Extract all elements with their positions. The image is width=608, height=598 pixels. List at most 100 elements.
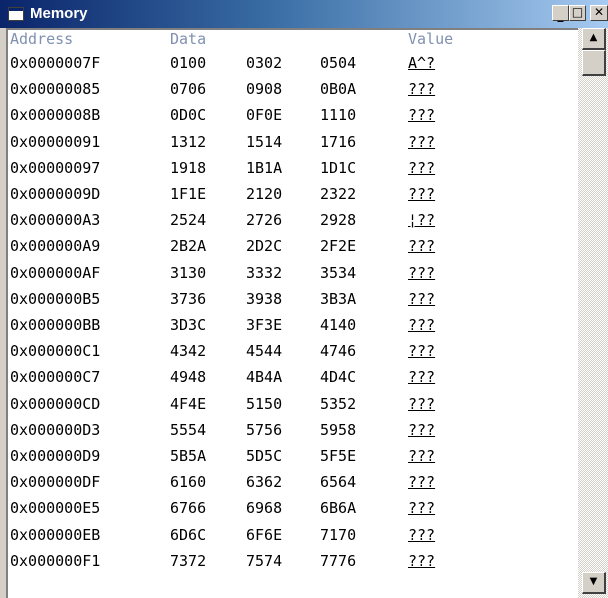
row-value: ???	[408, 289, 436, 308]
row-data-word-1: 4342	[170, 342, 207, 361]
maximize-button[interactable]: □	[569, 5, 586, 21]
row-data-word-2: 0302	[246, 54, 283, 72]
row-data-word-2: 2726	[246, 211, 283, 230]
row-value: ???	[408, 132, 436, 151]
row-address: 0x000000DF	[10, 473, 101, 492]
row-data-word-3: 7776	[320, 551, 357, 570]
row-data-word-2: 3332	[246, 263, 283, 282]
row-value: ???	[408, 185, 436, 203]
row-value: ???	[408, 106, 436, 125]
minimize-button[interactable]: _	[552, 5, 569, 22]
row-data-word-1: 1F1E	[170, 185, 207, 203]
row-value: ???	[408, 551, 436, 570]
row-data-word-2: 5756	[246, 420, 283, 439]
row-data-word-1: 6D6C	[170, 525, 207, 544]
row-data-word-3: 5F5E	[320, 447, 357, 465]
row-data-word-1: 2B2A	[170, 237, 207, 256]
row-data-word-1: 1312	[170, 132, 207, 151]
row-data-word-3: 1D1C	[320, 158, 357, 177]
row-data-word-2: 6362	[246, 473, 283, 492]
scroll-up-button[interactable]: ▲	[582, 28, 606, 50]
row-data-word-2: 2120	[246, 185, 283, 203]
row-data-word-1: 7372	[170, 551, 207, 570]
header-data: Data	[170, 30, 207, 48]
maximize-icon: □	[571, 5, 584, 19]
row-address: 0x000000A3	[10, 211, 101, 230]
row-address: 0x000000C7	[10, 368, 101, 387]
row-value: ???	[408, 342, 436, 361]
row-data-word-1: 0706	[170, 80, 207, 99]
row-value: ???	[408, 473, 436, 492]
row-value: ???	[408, 158, 436, 177]
row-data-word-2: 6968	[246, 499, 283, 518]
row-address: 0x000000CD	[10, 394, 101, 413]
row-data-word-1: 2524	[170, 211, 207, 230]
row-address: 0x000000D3	[10, 420, 101, 439]
row-value: ???	[408, 316, 436, 334]
row-data-word-2: 1514	[246, 132, 283, 151]
row-address: 0x000000D9	[10, 447, 101, 465]
row-data-word-3: 4140	[320, 316, 357, 334]
row-data-word-3: 2928	[320, 211, 357, 230]
title-bar[interactable]: Memory _ □ ✕	[0, 0, 608, 28]
minimize-icon: _	[557, 8, 564, 22]
row-value: ???	[408, 447, 436, 465]
scroll-down-button[interactable]: ▼	[582, 572, 606, 594]
row-data-word-1: 3736	[170, 289, 207, 308]
arrow-up-icon: ▲	[589, 32, 598, 43]
row-address: 0x0000007F	[10, 54, 101, 72]
row-address: 0x00000085	[10, 80, 101, 99]
row-data-word-2: 3938	[246, 289, 283, 308]
row-address: 0x0000008B	[10, 106, 101, 125]
row-address: 0x0000009D	[10, 185, 101, 203]
row-value: ¦??	[408, 211, 436, 230]
row-data-word-2: 1B1A	[246, 158, 283, 177]
row-data-word-3: 3B3A	[320, 289, 357, 308]
window-icon	[8, 7, 24, 21]
row-data-word-3: 7170	[320, 525, 357, 544]
row-value: A^?	[408, 54, 436, 72]
scroll-thumb[interactable]	[582, 50, 606, 76]
row-address: 0x000000A9	[10, 237, 101, 256]
row-data-word-3: 5958	[320, 420, 357, 439]
row-data-word-3: 0B0A	[320, 80, 357, 99]
row-data-word-2: 2D2C	[246, 237, 283, 256]
row-data-word-3: 2F2E	[320, 237, 357, 256]
row-value: ???	[408, 420, 436, 439]
row-data-word-1: 4F4E	[170, 394, 207, 413]
header-address: Address	[10, 30, 74, 48]
row-value: ???	[408, 499, 436, 518]
row-data-word-3: 1716	[320, 132, 357, 151]
row-data-word-2: 0F0E	[246, 106, 283, 125]
arrow-down-icon: ▼	[589, 576, 598, 587]
row-data-word-2: 5D5C	[246, 447, 283, 465]
close-button[interactable]: ✕	[590, 5, 608, 21]
row-address: 0x000000EB	[10, 525, 101, 544]
row-data-word-1: 0100	[170, 54, 207, 72]
row-data-word-3: 1110	[320, 106, 357, 125]
row-data-word-3: 6B6A	[320, 499, 357, 518]
row-address: 0x000000AF	[10, 263, 101, 282]
row-address: 0x000000C1	[10, 342, 101, 361]
row-data-word-1: 0D0C	[170, 106, 207, 125]
row-data-word-1: 3D3C	[170, 316, 207, 334]
window-title: Memory	[30, 5, 88, 22]
row-value: ???	[408, 368, 436, 387]
row-data-word-1: 6766	[170, 499, 207, 518]
row-data-word-2: 7574	[246, 551, 283, 570]
row-data-word-3: 4D4C	[320, 368, 357, 387]
row-value: ???	[408, 525, 436, 544]
row-data-word-1: 5554	[170, 420, 207, 439]
row-data-word-1: 4948	[170, 368, 207, 387]
row-address: 0x000000BB	[10, 316, 101, 334]
memory-view[interactable]: Address Data Value 0x0000007F 0100 0302 050…	[6, 28, 608, 598]
row-value: ???	[408, 237, 436, 256]
row-value: ???	[408, 80, 436, 99]
row-value: ???	[408, 263, 436, 282]
row-data-word-2: 3F3E	[246, 316, 283, 334]
row-address: 0x000000F1	[10, 551, 101, 570]
row-data-word-3: 2322	[320, 185, 357, 203]
vertical-scrollbar[interactable]: ▲ ▼	[578, 28, 608, 598]
row-value: ???	[408, 394, 436, 413]
row-data-word-2: 6F6E	[246, 525, 283, 544]
